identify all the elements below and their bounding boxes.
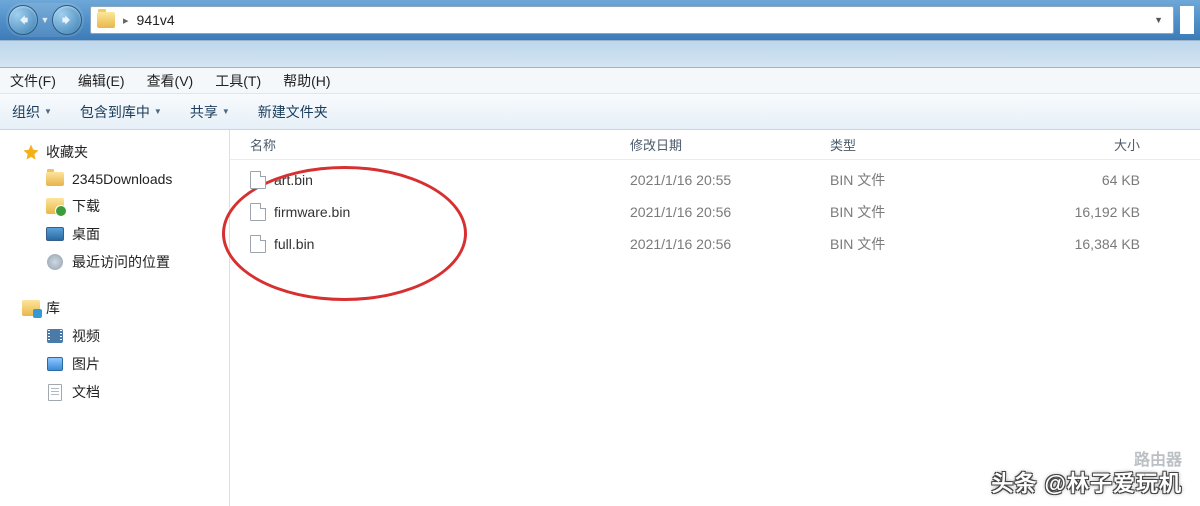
file-list-area: 名称 修改日期 类型 大小 art.bin 2021/1/16 20:55 BI… <box>230 130 1200 506</box>
sidebar-item-recent[interactable]: 最近访问的位置 <box>4 248 225 276</box>
sidebar-favorites-label: 收藏夹 <box>46 142 88 162</box>
sidebar-libraries[interactable]: 库 <box>4 294 225 322</box>
file-icon <box>250 203 266 221</box>
menu-edit[interactable]: 编辑(E) <box>78 71 125 91</box>
file-type: BIN 文件 <box>830 202 1010 222</box>
file-size: 16,192 KB <box>1010 204 1140 220</box>
sidebar-favorites[interactable]: 收藏夹 <box>4 138 225 166</box>
chevron-down-icon: ▼ <box>222 107 230 116</box>
sidebar-item-label: 图片 <box>72 354 100 374</box>
back-history-dropdown[interactable]: ▼ <box>38 6 52 34</box>
file-icon <box>250 235 266 253</box>
menu-help[interactable]: 帮助(H) <box>283 71 330 91</box>
menu-file[interactable]: 文件(F) <box>10 71 56 91</box>
toolbar-include-in-library[interactable]: 包含到库中 ▼ <box>80 102 162 122</box>
file-name: full.bin <box>274 236 314 252</box>
menu-bar: 文件(F) 编辑(E) 查看(V) 工具(T) 帮助(H) <box>0 68 1200 94</box>
watermark-text: 头条 @林子爱玩机 <box>991 466 1182 498</box>
sidebar-item-label: 视频 <box>72 326 100 346</box>
file-type: BIN 文件 <box>830 234 1010 254</box>
file-date: 2021/1/16 20:56 <box>630 204 830 220</box>
favorites-group: 收藏夹 2345Downloads 下载 桌面 最近访问的位置 <box>4 138 225 276</box>
libraries-icon <box>22 300 40 316</box>
toolbar-include-label: 包含到库中 <box>80 102 150 122</box>
navigation-pane: 收藏夹 2345Downloads 下载 桌面 最近访问的位置 库 <box>0 130 230 506</box>
file-date: 2021/1/16 20:55 <box>630 172 830 188</box>
folder-icon <box>46 172 64 186</box>
column-headers: 名称 修改日期 类型 大小 <box>230 130 1200 160</box>
breadcrumb-current[interactable]: 941v4 <box>137 12 175 28</box>
toolbar-organize[interactable]: 组织 ▼ <box>12 102 52 122</box>
toolbar-share-label: 共享 <box>190 102 218 122</box>
sidebar-libraries-label: 库 <box>46 298 60 318</box>
toolbar-new-folder-label: 新建文件夹 <box>258 102 328 122</box>
toolbar-share[interactable]: 共享 ▼ <box>190 102 230 122</box>
window-chrome-divider <box>0 40 1200 68</box>
address-dropdown-icon[interactable]: ▼ <box>1150 15 1167 25</box>
desktop-icon <box>46 227 64 241</box>
column-header-name[interactable]: 名称 <box>250 135 630 154</box>
file-row[interactable]: firmware.bin 2021/1/16 20:56 BIN 文件 16,1… <box>230 196 1200 228</box>
file-name: art.bin <box>274 172 313 188</box>
recent-places-icon <box>47 254 63 270</box>
sidebar-item-desktop[interactable]: 桌面 <box>4 220 225 248</box>
content-area: 收藏夹 2345Downloads 下载 桌面 最近访问的位置 库 <box>0 130 1200 506</box>
breadcrumb-separator-icon: ▸ <box>123 14 129 27</box>
sidebar-item-pictures[interactable]: 图片 <box>4 350 225 378</box>
menu-view[interactable]: 查看(V) <box>147 71 194 91</box>
file-name: firmware.bin <box>274 204 350 220</box>
column-header-size[interactable]: 大小 <box>1010 135 1140 154</box>
file-icon <box>250 171 266 189</box>
back-button[interactable] <box>8 5 38 35</box>
folder-icon <box>97 12 115 28</box>
picture-icon <box>47 357 63 371</box>
sidebar-item-documents[interactable]: 文档 <box>4 378 225 406</box>
menu-tools[interactable]: 工具(T) <box>215 71 261 91</box>
nav-button-group: ▼ <box>6 3 84 37</box>
star-icon <box>22 143 40 161</box>
forward-button[interactable] <box>52 5 82 35</box>
sidebar-item-label: 下载 <box>72 196 100 216</box>
file-row[interactable]: art.bin 2021/1/16 20:55 BIN 文件 64 KB <box>230 164 1200 196</box>
document-icon <box>48 384 62 401</box>
sidebar-item-label: 桌面 <box>72 224 100 244</box>
column-header-type[interactable]: 类型 <box>830 135 1010 154</box>
arrow-right-icon <box>60 13 74 27</box>
toolbar-organize-label: 组织 <box>12 102 40 122</box>
download-folder-icon <box>46 198 64 214</box>
sidebar-item-downloads[interactable]: 下载 <box>4 192 225 220</box>
sidebar-item-videos[interactable]: 视频 <box>4 322 225 350</box>
navigation-bar: ▼ ▸ 941v4 ▼ <box>0 0 1200 40</box>
libraries-group: 库 视频 图片 文档 <box>4 294 225 406</box>
search-area[interactable] <box>1180 6 1194 34</box>
file-size: 16,384 KB <box>1010 236 1140 252</box>
file-row[interactable]: full.bin 2021/1/16 20:56 BIN 文件 16,384 K… <box>230 228 1200 260</box>
sidebar-item-label: 文档 <box>72 382 100 402</box>
toolbar-new-folder[interactable]: 新建文件夹 <box>258 102 328 122</box>
sidebar-item-label: 2345Downloads <box>72 171 172 187</box>
toolbar: 组织 ▼ 包含到库中 ▼ 共享 ▼ 新建文件夹 <box>0 94 1200 130</box>
sidebar-item-2345downloads[interactable]: 2345Downloads <box>4 166 225 192</box>
arrow-left-icon <box>16 13 30 27</box>
chevron-down-icon: ▼ <box>44 107 52 116</box>
address-bar[interactable]: ▸ 941v4 ▼ <box>90 6 1174 34</box>
sidebar-item-label: 最近访问的位置 <box>72 252 170 272</box>
file-rows: art.bin 2021/1/16 20:55 BIN 文件 64 KB fir… <box>230 160 1200 260</box>
file-size: 64 KB <box>1010 172 1140 188</box>
chevron-down-icon: ▼ <box>154 107 162 116</box>
file-type: BIN 文件 <box>830 170 1010 190</box>
video-icon <box>47 329 63 343</box>
file-date: 2021/1/16 20:56 <box>630 236 830 252</box>
column-header-date[interactable]: 修改日期 <box>630 135 830 154</box>
